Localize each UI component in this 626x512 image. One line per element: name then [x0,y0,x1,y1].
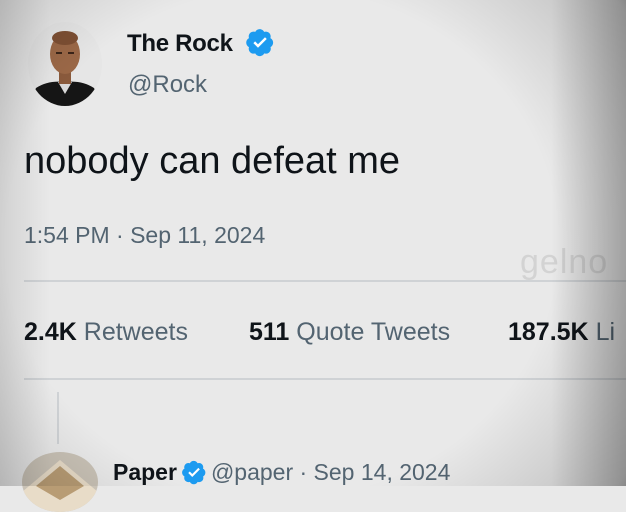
retweets-label: Retweets [83,318,188,346]
reply-avatar-image [22,452,98,512]
reply-display-name[interactable]: Paper [113,459,177,485]
reply-meta[interactable]: @paper · Sep 14, 2024 [211,459,450,485]
avatar-image [28,22,102,106]
quote-tweets-stat[interactable]: 511 Quote Tweets [249,318,450,347]
reply-verified-badge-icon [181,459,207,485]
author-avatar[interactable] [28,22,102,106]
author-handle[interactable]: @Rock [128,71,207,99]
likes-stat[interactable]: 187.5K Li [508,318,615,347]
divider-bottom [24,378,626,380]
tweet-timestamp[interactable]: 1:54 PM · Sep 11, 2024 [24,222,265,249]
reply-header: Paper @paper · Sep 14, 2024 [113,459,450,486]
verified-badge-icon [245,27,275,57]
retweets-stat[interactable]: 2.4K Retweets [24,318,188,347]
retweets-count: 2.4K [24,318,77,346]
quote-tweets-label: Quote Tweets [296,318,451,346]
likes-count: 187.5K [508,318,589,346]
author-display-name[interactable]: The Rock [127,30,233,58]
tweet-text: nobody can defeat me [24,140,401,182]
reply-avatar[interactable] [22,452,98,512]
quote-tweets-count: 511 [249,318,290,346]
likes-label: Li [595,318,616,346]
divider-top [24,280,626,282]
watermark: gelno [520,243,609,281]
thread-connector-line [57,392,59,444]
